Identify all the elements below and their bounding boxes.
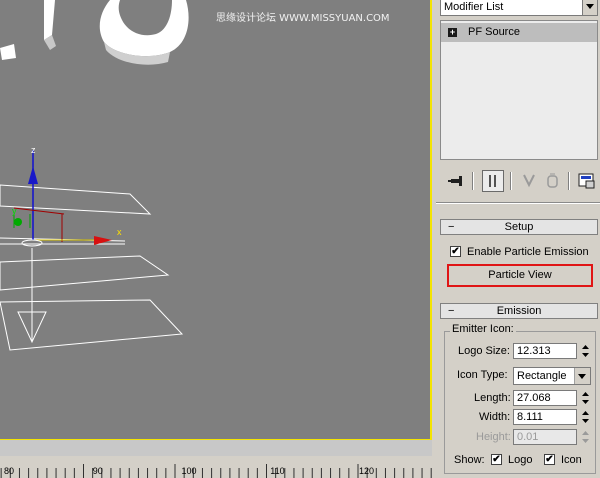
stack-item-pf-source[interactable]: + PF Source (441, 23, 597, 42)
ruler-tick-label: 120 (359, 466, 374, 476)
modifier-stack[interactable]: + PF Source (440, 20, 598, 160)
height-field: 0.01 (513, 429, 577, 445)
time-ruler-ticks: 8090100110120130140 (0, 456, 432, 478)
icon-type-dropdown[interactable]: Rectangle (513, 367, 591, 385)
emission-rollout-title: Emission (496, 305, 542, 317)
show-logo-label: Logo (508, 454, 533, 466)
spinner-arrows-icon[interactable] (581, 409, 590, 425)
expand-plus-icon[interactable]: + (448, 28, 457, 37)
ruler-tick-label: 100 (182, 466, 197, 476)
perspective-viewport[interactable]: z x y 思缘设计论坛 WWW.MISSYUAN.COM (0, 0, 432, 440)
emitter-icon-group-title: Emitter Icon: (450, 323, 516, 335)
modifier-list-label: Modifier List (444, 1, 504, 13)
show-icon-label: Icon (561, 454, 582, 466)
axis-z-label: z (31, 145, 36, 155)
stack-item-label: PF Source (468, 26, 520, 38)
ruler-tick-label: 90 (93, 466, 103, 476)
show-logo-checkbox[interactable]: ✔ (491, 454, 502, 465)
icon-type-label: Icon Type: (457, 369, 508, 381)
viewport-scene: z x y (0, 0, 189, 351)
remove-modifier-icon[interactable] (542, 170, 564, 192)
spinner-arrows-icon (582, 431, 589, 443)
height-label: Height: (476, 431, 511, 443)
setup-rollout-title: Setup (504, 221, 534, 233)
axis-x-label: x (117, 227, 122, 237)
length-label: Length: (474, 392, 511, 404)
spinner-arrows-icon[interactable] (581, 390, 590, 406)
stack-toolbar (440, 168, 600, 194)
watermark: 思缘设计论坛 WWW.MISSYUAN.COM (216, 13, 390, 24)
logo-size-label: Logo Size: (458, 345, 510, 357)
transform-gizmo (13, 150, 112, 344)
logo-size-field[interactable]: 12.313 (513, 343, 577, 359)
enable-particle-emission-checkbox[interactable]: ✔ (450, 246, 461, 257)
show-end-result-icon[interactable] (482, 170, 504, 192)
width-label: Width: (479, 411, 511, 423)
width-field[interactable]: 8.111 (513, 409, 577, 425)
command-panel: Modifier List + PF Source − Setup ✔ Enab… (436, 0, 600, 478)
show-label: Show: (454, 454, 485, 466)
ruler-tick-label: 80 (4, 466, 14, 476)
configure-modifier-sets-icon[interactable] (576, 170, 598, 192)
axis-y-label: y (12, 206, 17, 216)
time-ruler[interactable]: 8090100110120130140 (0, 440, 432, 478)
show-icon-checkbox[interactable]: ✔ (544, 454, 555, 465)
particle-view-button[interactable]: Particle View (447, 264, 593, 287)
enable-particle-emission-label: Enable Particle Emission (467, 246, 589, 258)
chevron-down-icon[interactable] (582, 0, 597, 15)
length-field[interactable]: 27.068 (513, 390, 577, 406)
make-unique-icon[interactable] (518, 170, 540, 192)
setup-rollout-header[interactable]: − Setup (440, 219, 598, 235)
logo-text-fragment (0, 0, 189, 65)
pin-stack-icon[interactable] (446, 170, 468, 192)
chevron-down-icon[interactable] (574, 368, 590, 384)
spinner-arrows-icon[interactable] (581, 343, 590, 359)
ruler-tick-label: 110 (270, 466, 284, 476)
modifier-list-dropdown[interactable]: Modifier List (440, 0, 598, 16)
emission-rollout-header[interactable]: − Emission (440, 303, 598, 319)
icon-type-value: Rectangle (517, 370, 567, 382)
